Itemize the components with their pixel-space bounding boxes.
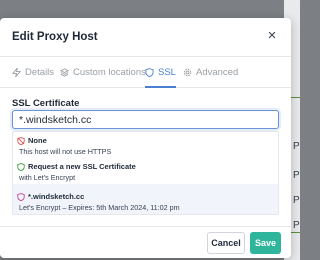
- background-row-label: P: [293, 141, 300, 152]
- tab-ssl[interactable]: SSL: [145, 57, 176, 88]
- option-request-new-certificate[interactable]: Request a new SSL Certificate with Let's…: [13, 158, 278, 184]
- shield-icon: [145, 67, 154, 77]
- tab-bar: Details Custom locations SSL Advanced: [0, 57, 291, 88]
- tab-advanced[interactable]: Advanced: [183, 57, 238, 87]
- modal-header: Edit Proxy Host ×: [0, 18, 291, 57]
- layers-icon: [60, 67, 69, 77]
- ssl-certificate-label: SSL Certificate: [12, 98, 80, 109]
- modal-title: Edit Proxy Host: [12, 31, 98, 43]
- shield-icon: [17, 192, 25, 201]
- option-name: None: [28, 136, 47, 145]
- tab-label: Details: [25, 66, 55, 78]
- gear-icon: [183, 68, 192, 76]
- option-windsketch-certificate[interactable]: *.windsketch.cc Let's Encrypt – Expires:…: [13, 184, 278, 214]
- ssl-certificate-value: *.windsketch.cc: [19, 114, 92, 126]
- option-name: Request a new SSL Certificate: [28, 162, 136, 171]
- background-row-label: P: [293, 220, 300, 231]
- background-row-label: P: [293, 170, 300, 181]
- cancel-button[interactable]: Cancel: [207, 232, 245, 254]
- tab-custom-locations[interactable]: Custom locations: [60, 57, 146, 87]
- option-description: with Let's Encrypt: [19, 173, 76, 182]
- modal-footer: Cancel Save: [0, 226, 291, 258]
- tab-label: Custom locations: [73, 66, 146, 78]
- option-none[interactable]: None This host will not use HTTPS: [13, 132, 278, 158]
- edit-proxy-host-modal: Edit Proxy Host × Details Custom locatio…: [0, 18, 291, 258]
- option-name: *.windsketch.cc: [28, 192, 85, 201]
- tab-label: Advanced: [196, 66, 239, 78]
- close-icon[interactable]: ×: [263, 27, 281, 45]
- tab-label: SSL: [158, 66, 176, 78]
- background-row-label: P: [293, 195, 300, 206]
- option-description: Let's Encrypt – Expires: 5th March 2024,…: [19, 203, 180, 212]
- tab-details[interactable]: Details: [12, 57, 54, 87]
- save-button[interactable]: Save: [250, 232, 281, 254]
- ssl-certificate-dropdown: None This host will not use HTTPS Reques…: [12, 131, 279, 215]
- option-description: This host will not use HTTPS: [19, 147, 112, 156]
- shield-icon: [17, 162, 25, 171]
- zap-icon: [12, 67, 21, 77]
- ssl-certificate-select[interactable]: *.windsketch.cc: [12, 110, 279, 129]
- shield-off-icon: [17, 136, 25, 145]
